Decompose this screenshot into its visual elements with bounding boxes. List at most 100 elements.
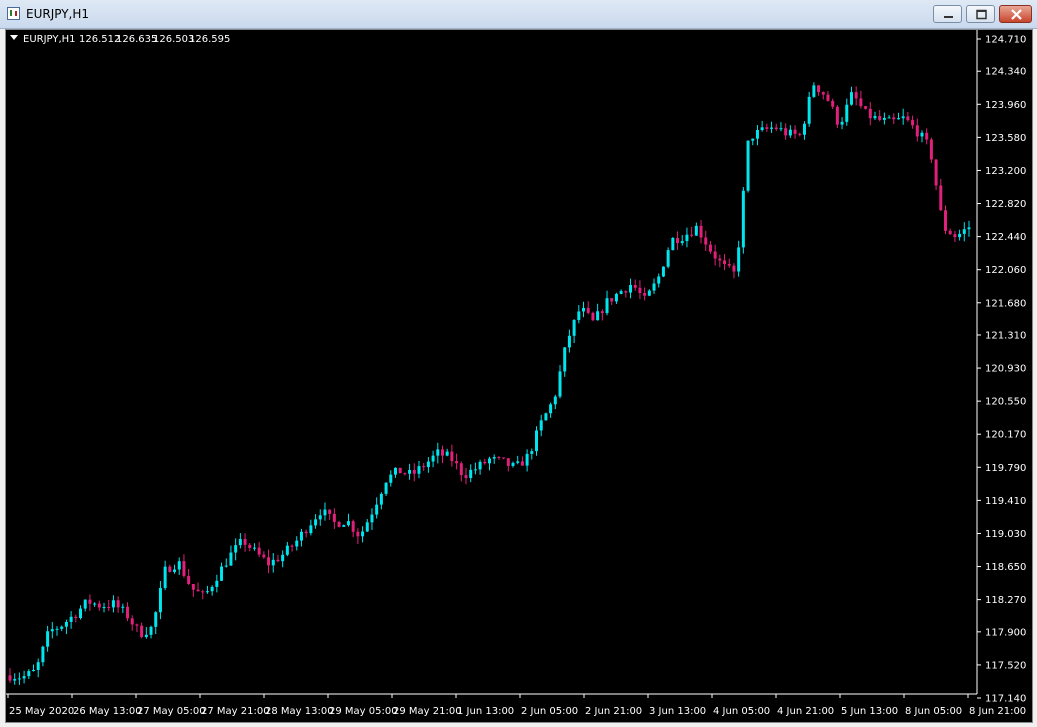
price-tick-label: 120.930 — [985, 364, 1026, 375]
candle — [450, 444, 454, 467]
price-tick-label: 121.680 — [985, 298, 1026, 309]
candle — [943, 205, 947, 235]
candle-body — [530, 451, 534, 454]
candle — [69, 611, 73, 629]
candle-body — [469, 469, 473, 478]
candle — [737, 240, 741, 277]
candle-body — [309, 525, 313, 534]
candle-body — [525, 453, 529, 466]
candle-body — [408, 469, 412, 474]
candle-body — [295, 540, 299, 547]
candle — [784, 123, 788, 140]
candle — [13, 673, 17, 685]
candle-body — [473, 469, 477, 471]
candle-body — [177, 561, 181, 570]
candle — [939, 178, 943, 211]
candle — [464, 467, 468, 485]
candle-body — [36, 662, 40, 670]
candle-body — [384, 482, 388, 494]
candle-body — [817, 85, 821, 93]
candle — [525, 449, 529, 472]
candle-body — [685, 234, 689, 242]
candle — [826, 90, 830, 102]
candle-body — [629, 284, 633, 293]
candle — [154, 611, 158, 635]
candle — [22, 670, 26, 684]
candle-body — [624, 291, 628, 293]
candle-body — [563, 347, 567, 372]
candle-body — [666, 250, 670, 267]
candle — [431, 450, 435, 468]
maximize-button[interactable] — [966, 5, 995, 23]
candle-body — [262, 554, 266, 558]
candle — [220, 562, 224, 582]
candle — [624, 290, 628, 298]
candle-body — [591, 312, 595, 321]
candle — [821, 91, 825, 100]
close-button[interactable] — [999, 5, 1032, 23]
candle — [158, 581, 162, 620]
candle-body — [224, 565, 228, 567]
candle-body — [163, 566, 167, 589]
candle-body — [8, 675, 12, 681]
candle — [676, 231, 680, 250]
candle — [567, 329, 571, 353]
candle — [770, 121, 774, 133]
candle — [370, 508, 374, 530]
candle-body — [182, 561, 186, 576]
candle — [817, 84, 821, 96]
candle-body — [107, 607, 111, 609]
candle-body — [464, 475, 468, 478]
candle-body — [393, 467, 397, 475]
candle — [582, 301, 586, 318]
candle — [224, 558, 228, 568]
candle-body — [304, 531, 308, 534]
candle-body — [638, 287, 642, 294]
candle — [168, 564, 172, 573]
candle-body — [215, 580, 219, 587]
candle — [126, 602, 130, 622]
candle-body — [539, 420, 543, 431]
candle — [473, 462, 477, 475]
candle — [708, 240, 712, 254]
candle — [929, 137, 933, 164]
candle — [60, 625, 64, 632]
time-tick-label: 3 Jun 13:00 — [649, 706, 706, 717]
candle-body — [55, 628, 59, 630]
candle-body — [652, 283, 656, 291]
chart-canvas[interactable]: 124.710 124.340 123.960 123.580 123.200 122.8… — [6, 30, 1032, 722]
candle — [177, 557, 181, 575]
candle — [539, 414, 543, 437]
candle-body — [619, 291, 623, 294]
candle-body — [257, 547, 261, 555]
candle-body — [920, 132, 924, 137]
candle — [130, 615, 134, 631]
candle-body — [431, 455, 435, 462]
candle — [840, 117, 844, 130]
candle-body — [379, 493, 383, 505]
candle-body — [276, 559, 280, 562]
candle — [713, 244, 717, 266]
candle-body — [337, 521, 341, 527]
candle — [535, 426, 539, 456]
candle-body — [553, 396, 557, 405]
candle — [342, 524, 346, 527]
candle-body — [121, 606, 125, 608]
candle — [657, 273, 661, 288]
candle-body — [821, 92, 825, 95]
candle — [351, 519, 355, 538]
candle-body — [887, 117, 891, 119]
candle-body — [633, 284, 637, 288]
window-titlebar[interactable]: EURJPY,H1 — [0, 0, 1037, 29]
time-tick-label: 29 May 21:00 — [393, 706, 462, 717]
candle — [887, 115, 891, 119]
dropdown-triangle-icon[interactable] — [10, 35, 18, 40]
candle-body — [271, 559, 275, 566]
candle — [41, 645, 45, 667]
candle-body — [154, 612, 158, 627]
candle — [765, 123, 769, 132]
minimize-button[interactable] — [933, 5, 962, 23]
candle — [389, 470, 393, 487]
chart-window[interactable]: 124.710 124.340 123.960 123.580 123.200 122.8… — [5, 29, 1033, 723]
candle-body — [478, 461, 482, 470]
